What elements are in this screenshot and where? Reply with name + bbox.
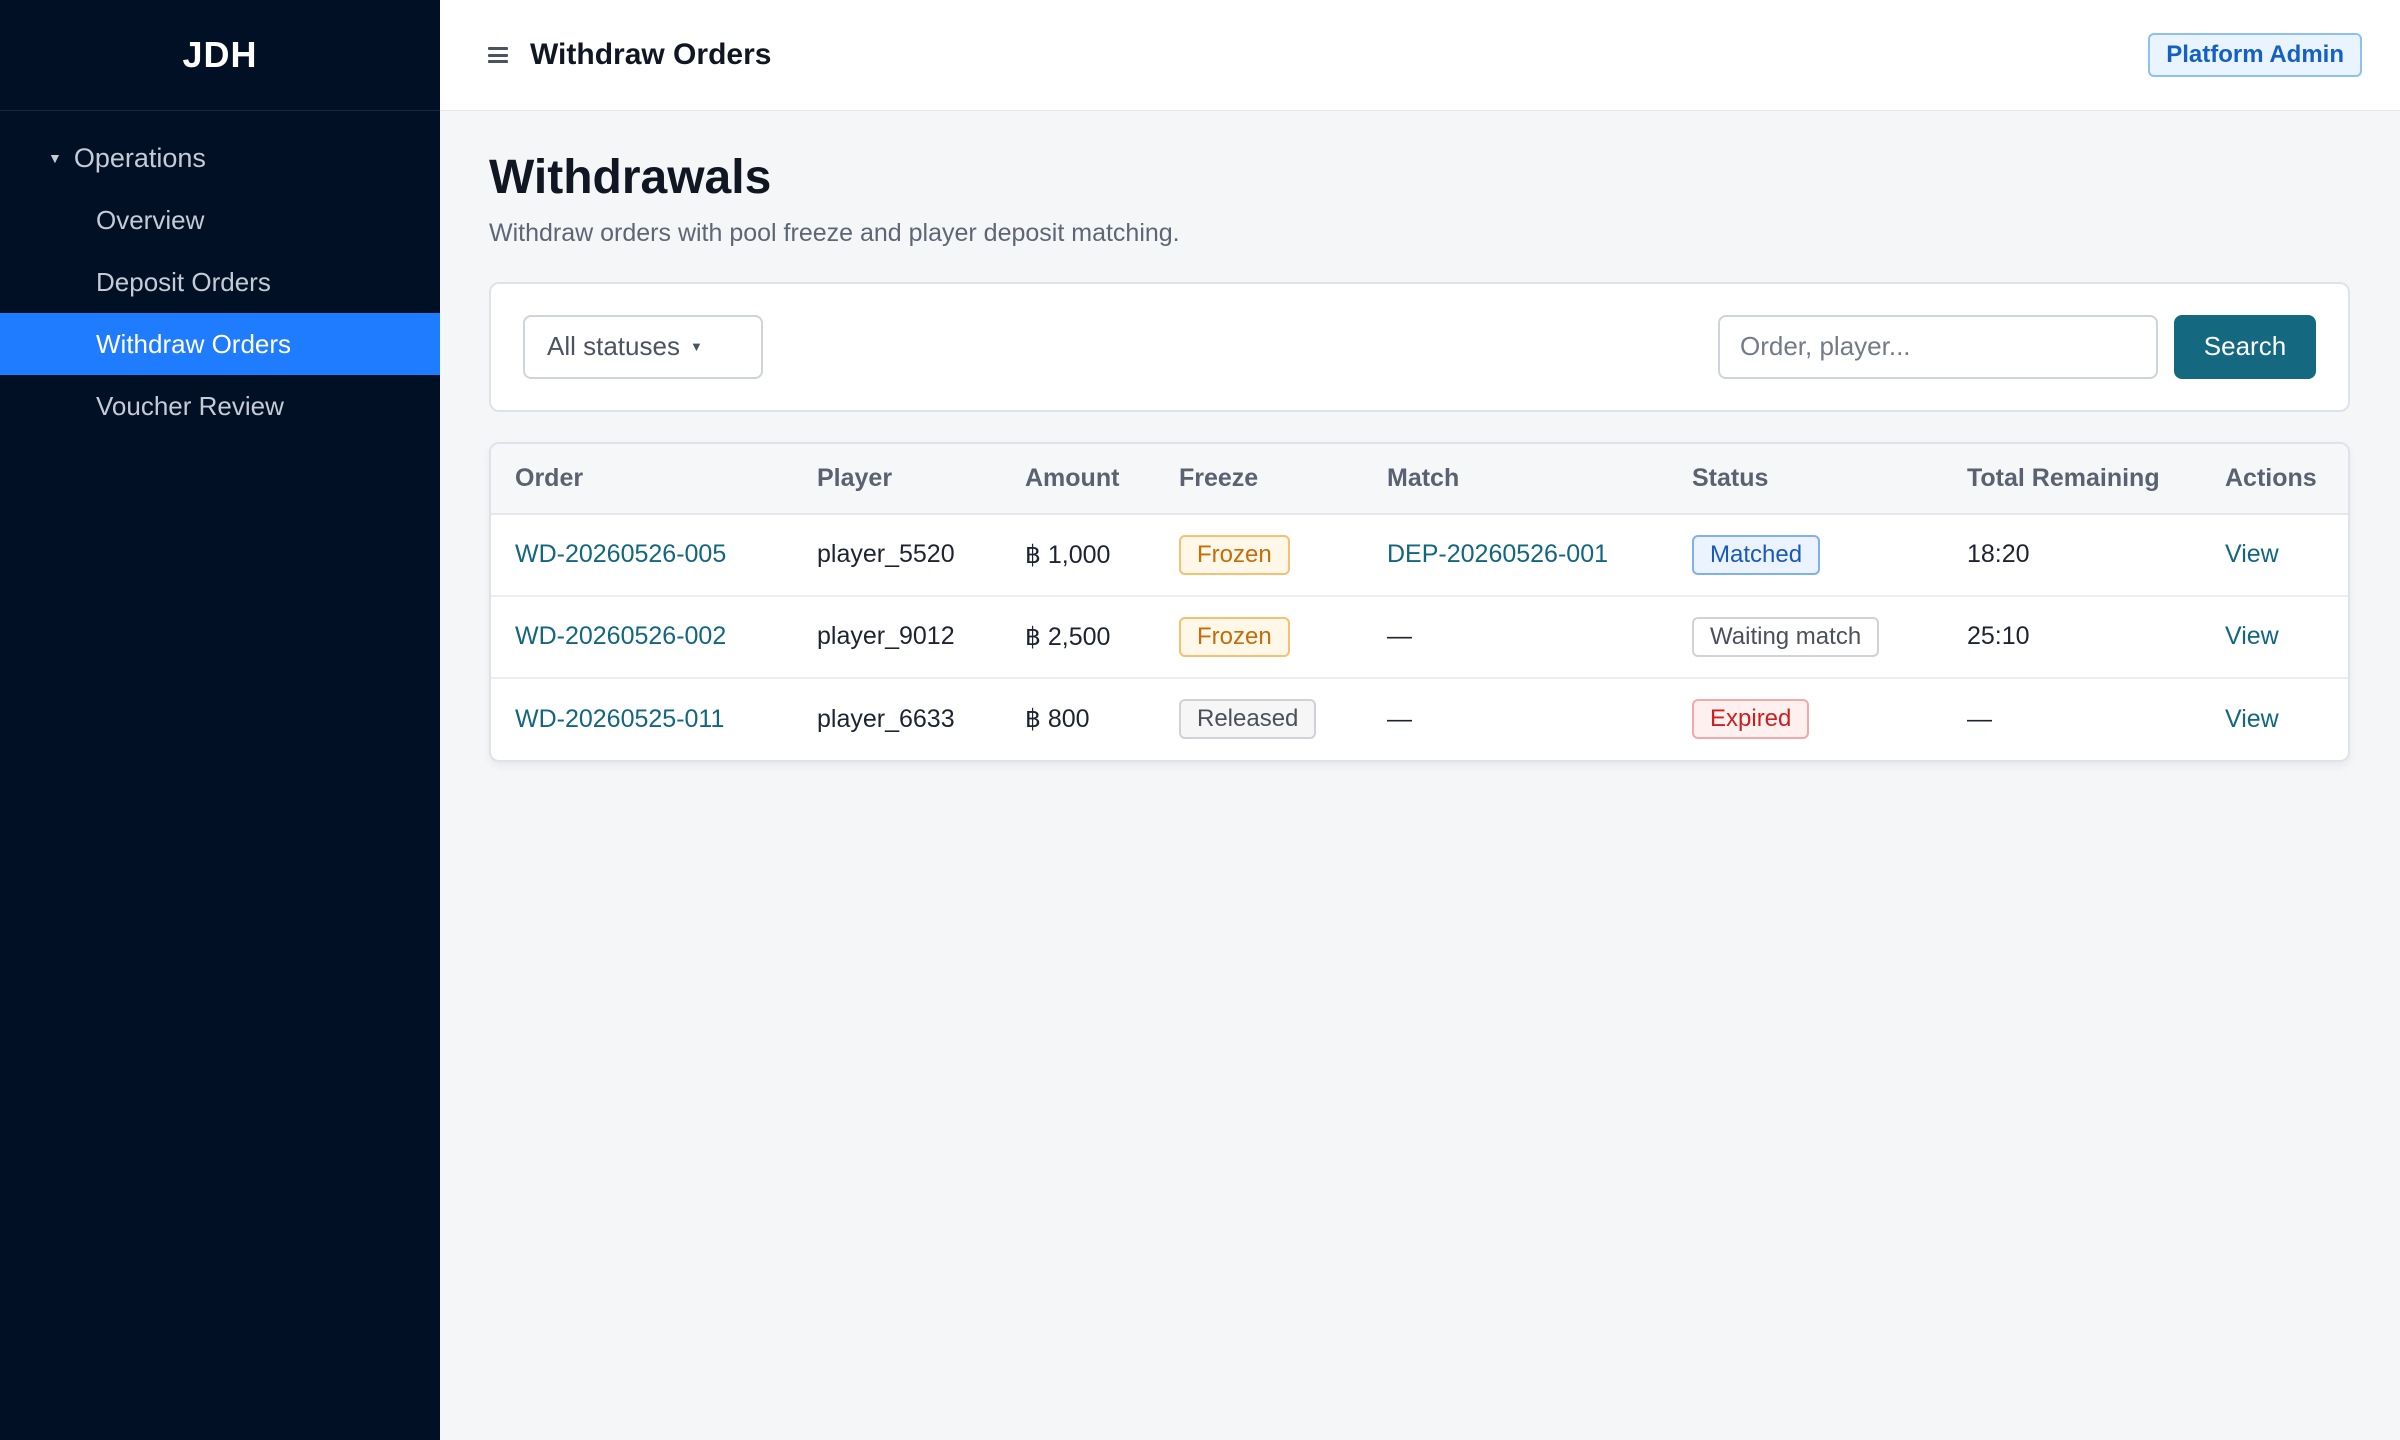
topbar-title: Withdraw Orders xyxy=(530,38,772,71)
view-link[interactable]: View xyxy=(2225,540,2279,568)
column-header-order: Order xyxy=(491,443,793,515)
table-row: WD-20260526-005 player_5520 ฿ 1,000 Froz… xyxy=(491,513,2348,597)
column-header-total-remaining: Total Remaining xyxy=(1943,443,2201,515)
sidebar-item-label: Withdraw Orders xyxy=(96,328,292,359)
hamburger-menu-icon[interactable] xyxy=(488,47,508,63)
status-badge: Waiting match xyxy=(1692,616,1880,657)
caret-down-icon: ▼ xyxy=(48,150,62,166)
filter-bar: All statuses ▼ Search xyxy=(489,281,2350,412)
table-header-row: Order Player Amount Freeze Match Status … xyxy=(491,443,2348,515)
order-link[interactable]: WD-20260526-002 xyxy=(515,622,726,650)
withdrawals-table: Order Player Amount Freeze Match Status … xyxy=(491,443,2348,760)
page-subtitle: Withdraw orders with pool freeze and pla… xyxy=(489,218,1180,247)
column-header-match: Match xyxy=(1363,443,1668,515)
amount-cell: ฿ 2,500 xyxy=(1001,595,1155,679)
sidebar-item-label: Deposit Orders xyxy=(96,266,271,297)
table-row: WD-20260525-011 player_6633 ฿ 800 Releas… xyxy=(491,678,2348,760)
order-link[interactable]: WD-20260526-005 xyxy=(515,540,726,568)
player-cell: player_6633 xyxy=(817,704,955,733)
role-badge[interactable]: Platform Admin xyxy=(2148,33,2362,77)
topbar: Withdraw Orders Platform Admin xyxy=(440,0,2400,111)
sidebar-item-voucher-review[interactable]: Voucher Review xyxy=(0,375,440,437)
app-root: JDH ▼ Operations Overview Deposit Orders… xyxy=(0,0,2400,1440)
content: Withdrawals Withdraw orders with pool fr… xyxy=(440,111,2400,762)
nav-group-toggle[interactable]: ▼ Operations xyxy=(0,127,440,189)
player-cell: player_9012 xyxy=(793,595,1001,679)
sidebar-item-label: Overview xyxy=(96,204,205,235)
brand-logo[interactable]: JDH xyxy=(0,0,440,111)
nav-group-label: Operations xyxy=(73,142,206,173)
status-filter-value: All statuses xyxy=(547,331,680,362)
amount-cell: ฿ 800 xyxy=(1025,705,1090,734)
match-cell: — xyxy=(1363,595,1668,679)
freeze-badge: Frozen xyxy=(1179,534,1290,575)
status-badge: Matched xyxy=(1692,534,1821,575)
search-input[interactable] xyxy=(1718,314,2158,379)
order-link[interactable]: WD-20260525-011 xyxy=(515,705,724,733)
remaining-cell: 18:20 xyxy=(1943,513,2201,597)
status-badge: Expired xyxy=(1692,699,1810,740)
column-header-actions: Actions xyxy=(2201,443,2348,515)
amount-cell: ฿ 1,000 xyxy=(1001,513,1155,597)
column-header-freeze: Freeze xyxy=(1155,443,1363,515)
column-header-status: Status xyxy=(1668,443,1943,515)
sidebar: JDH ▼ Operations Overview Deposit Orders… xyxy=(0,0,440,1440)
column-header-player: Player xyxy=(793,443,1001,515)
chevron-down-icon: ▼ xyxy=(689,339,703,355)
sidebar-item-overview[interactable]: Overview xyxy=(0,189,440,251)
sidebar-item-deposit-orders[interactable]: Deposit Orders xyxy=(0,251,440,313)
freeze-badge: Frozen xyxy=(1179,616,1290,657)
remaining-cell: 25:10 xyxy=(1943,595,2201,679)
match-link[interactable]: DEP-20260526-001 xyxy=(1387,540,1608,568)
player-cell: player_5520 xyxy=(793,513,1001,597)
nav-group-operations: ▼ Operations Overview Deposit Orders Wit… xyxy=(0,111,440,437)
page-title: Withdrawals xyxy=(489,151,772,204)
sidebar-item-label: Voucher Review xyxy=(96,390,284,421)
view-link[interactable]: View xyxy=(2225,622,2279,650)
main-area: Withdraw Orders Platform Admin Withdrawa… xyxy=(440,0,2400,1440)
remaining-cell: — xyxy=(1967,704,1992,733)
column-header-amount: Amount xyxy=(1001,443,1155,515)
withdrawals-table-card: Order Player Amount Freeze Match Status … xyxy=(489,441,2350,762)
table-row: WD-20260526-002 player_9012 ฿ 2,500 Froz… xyxy=(491,595,2348,679)
match-cell: — xyxy=(1387,704,1412,733)
view-link[interactable]: View xyxy=(2225,705,2279,733)
sidebar-item-withdraw-orders[interactable]: Withdraw Orders xyxy=(0,313,440,375)
search-button[interactable]: Search xyxy=(2174,314,2316,379)
status-filter-select[interactable]: All statuses ▼ xyxy=(523,314,763,379)
freeze-badge: Released xyxy=(1179,699,1317,740)
